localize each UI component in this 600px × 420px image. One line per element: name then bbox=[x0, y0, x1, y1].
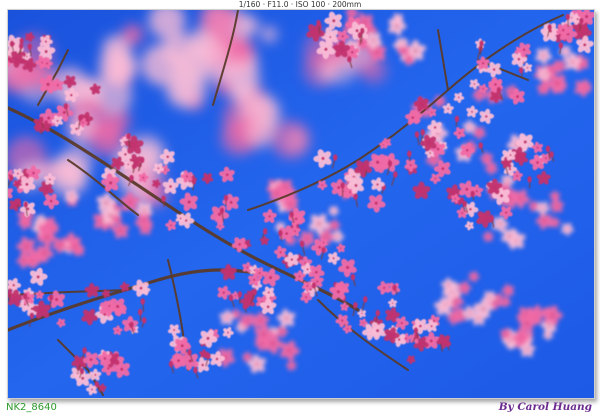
photo-frame: 1/160 · F11.0 · ISO 100 · 200mm NK2_8640… bbox=[0, 0, 600, 420]
photograph bbox=[7, 9, 595, 399]
cherry-blossom-photo bbox=[8, 10, 594, 398]
exif-info: 1/160 · F11.0 · ISO 100 · 200mm bbox=[238, 0, 362, 9]
photographer-credit: By Carol Huang bbox=[498, 401, 592, 413]
filename-caption: NK2_8640 bbox=[6, 402, 57, 413]
